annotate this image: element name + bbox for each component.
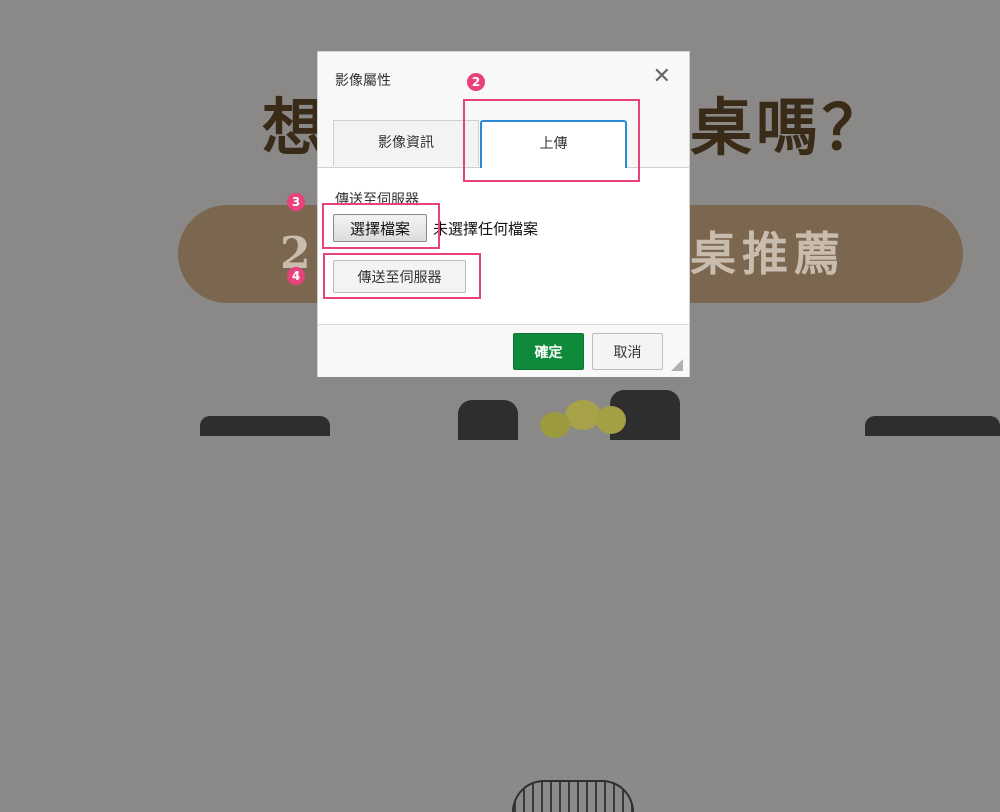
cancel-button[interactable]: 取消 xyxy=(592,333,663,370)
step-marker-2: 2 xyxy=(467,73,485,91)
highlight-upload-tab xyxy=(463,99,640,182)
dialog-title: 影像屬性 xyxy=(335,73,391,89)
resize-handle-icon[interactable] xyxy=(671,359,683,371)
file-status-text: 未選擇任何檔案 xyxy=(433,220,539,238)
highlight-choose-file xyxy=(322,203,440,249)
background-banner-text: 桌推薦 xyxy=(690,227,846,281)
highlight-send-button xyxy=(323,253,481,299)
background-headline-right: 桌嗎？ xyxy=(690,91,889,164)
background-photo xyxy=(0,372,1000,812)
tab-image-info[interactable]: 影像資訊 xyxy=(333,120,479,166)
step-marker-4: 4 xyxy=(287,267,305,285)
step-marker-3: 3 xyxy=(287,193,305,211)
close-icon[interactable]: ✕ xyxy=(653,66,671,88)
dialog-footer: 確定 取消 xyxy=(318,324,689,377)
ok-button[interactable]: 確定 xyxy=(513,333,584,370)
